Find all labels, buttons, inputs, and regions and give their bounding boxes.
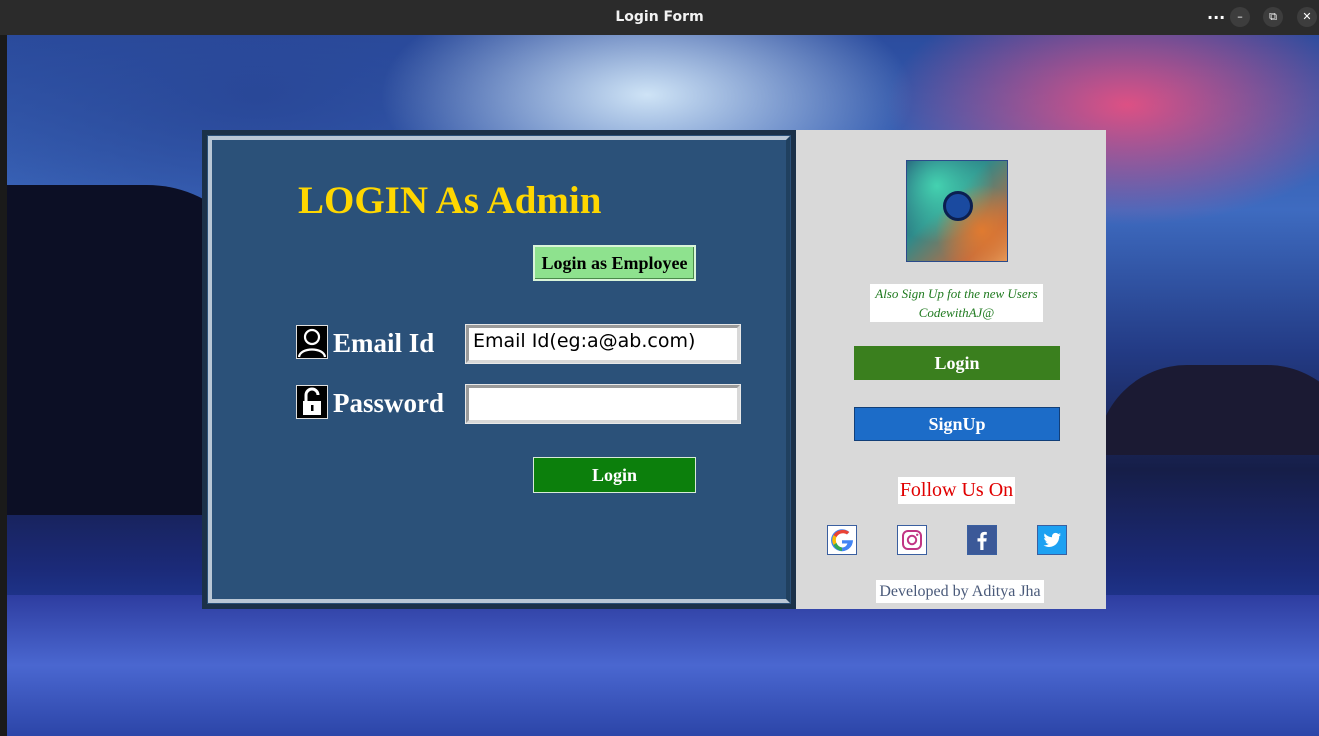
window-titlebar: Login Form ... – ⧉ ✕ [0,0,1319,35]
admin-login-panel: LOGIN As Admin Login as Employee Email I… [202,130,796,609]
user-icon [296,325,328,359]
twitter-icon[interactable] [1037,525,1067,555]
info-sidebar: Also Sign Up fot the new Users CodewithA… [796,130,1106,609]
window-title: Login Form [615,9,704,25]
app-logo [906,160,1008,262]
logo-emblem-icon [943,191,973,221]
password-label: Password [333,388,445,418]
close-button[interactable]: ✕ [1297,7,1317,27]
instagram-icon[interactable] [897,525,927,555]
admin-login-button[interactable]: Login [533,457,696,493]
developer-credit: Developed by Aditya Jha [876,580,1044,603]
minimize-button[interactable]: – [1230,7,1250,27]
maximize-button[interactable]: ⧉ [1263,7,1283,27]
follow-us-label: Follow Us On [898,477,1015,504]
unlock-icon [296,385,328,419]
facebook-icon[interactable] [967,525,997,555]
wallpaper-mountain-right [1097,365,1319,455]
email-label: Email Id [333,328,435,358]
login-as-employee-button[interactable]: Login as Employee [533,245,696,281]
email-field[interactable]: Email Id(eg:a@ab.com) [465,324,741,364]
sidebar-login-button[interactable]: Login [854,346,1060,380]
wallpaper-beach [7,595,1319,736]
admin-panel-frame: LOGIN As Admin Login as Employee Email I… [208,136,790,603]
signup-note-line1: Also Sign Up fot the new Users [875,286,1038,301]
signup-note: Also Sign Up fot the new Users CodewithA… [870,284,1043,322]
more-options-button[interactable]: ... [1207,4,1225,23]
signup-note-line2: CodewithAJ@ [918,305,995,320]
password-field[interactable] [465,384,741,424]
sidebar-signup-button[interactable]: SignUp [854,407,1060,441]
admin-title: LOGIN As Admin [298,179,602,222]
google-icon[interactable] [827,525,857,555]
